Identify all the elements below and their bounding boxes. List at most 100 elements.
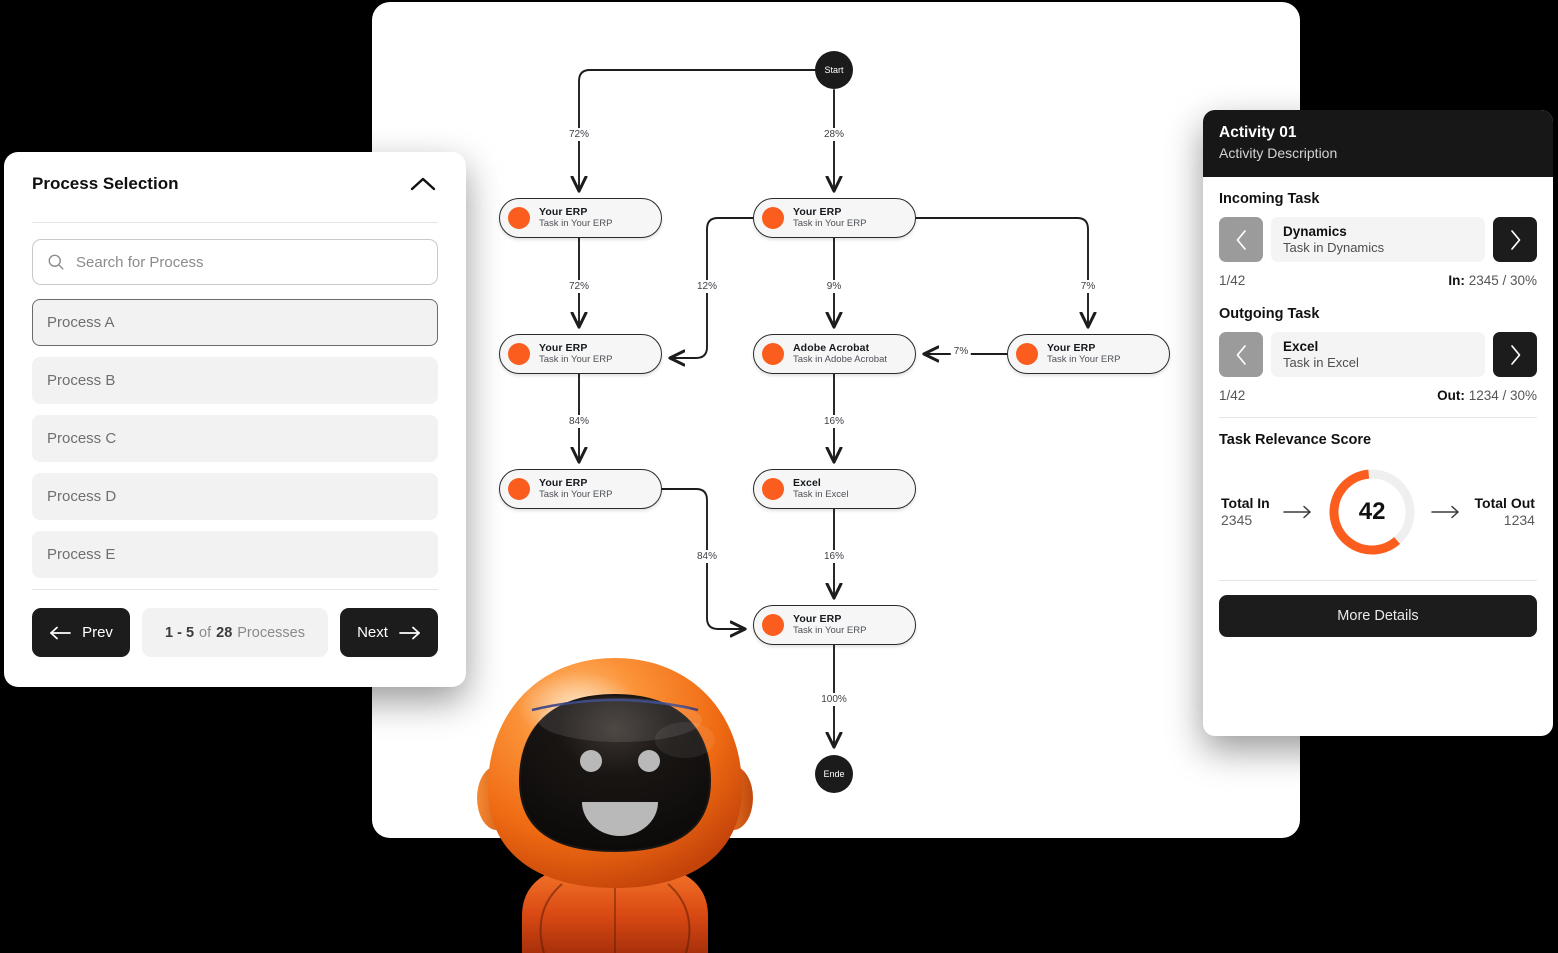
process-label: Process E	[47, 546, 116, 563]
total-out: Total Out 1234	[1475, 495, 1535, 530]
list-item[interactable]: Process A	[32, 299, 438, 346]
node-title: Your ERP	[793, 613, 842, 625]
flow-node-your-erp-3[interactable]: Your ERP Task in Your ERP	[499, 334, 662, 374]
flow-start-node[interactable]: Start	[815, 51, 853, 89]
outgoing-task-row: Excel Task in Excel	[1219, 332, 1537, 377]
incoming-meta: 1/42 In: 2345 / 30%	[1219, 273, 1537, 288]
page-range: 1 - 5	[165, 624, 195, 641]
flow-node-your-erp-4[interactable]: Your ERP Task in Your ERP	[1007, 334, 1170, 374]
node-description: Task in Adobe Acrobat	[793, 354, 888, 366]
page-total: 28	[216, 624, 233, 641]
list-item[interactable]: Process D	[32, 473, 438, 520]
next-button[interactable]: Next	[340, 608, 438, 657]
flow-node-your-erp-1[interactable]: Your ERP Task in Your ERP	[499, 198, 662, 238]
chevron-up-icon[interactable]	[408, 174, 438, 194]
relevance-score-row: Total In 2345 42 Total Out 1234	[1219, 466, 1537, 558]
edge-label: 12%	[693, 280, 721, 293]
incoming-stat-label: In:	[1448, 273, 1465, 288]
list-item[interactable]: Process C	[32, 415, 438, 462]
outgoing-task-name: Excel	[1283, 339, 1319, 354]
chevron-right-icon	[1510, 344, 1520, 365]
edge-label: 7%	[1077, 280, 1099, 293]
panel-header: Process Selection	[32, 174, 438, 216]
arrow-right-icon	[1283, 505, 1311, 519]
activity-title: Activity 01	[1219, 124, 1297, 141]
outgoing-prev-button[interactable]	[1219, 332, 1263, 377]
activity-details-panel: Activity 01 Activity Description Incomin…	[1203, 110, 1553, 736]
outgoing-meta: 1/42 Out: 1234 / 30%	[1219, 388, 1537, 403]
incoming-task-row: Dynamics Task in Dynamics	[1219, 217, 1537, 262]
robot-visor-gloss	[655, 722, 715, 758]
arrow-right-icon	[399, 626, 420, 639]
edge-label: 72%	[565, 280, 593, 293]
edge-label: 7%	[950, 345, 972, 358]
robot-eye-right	[638, 750, 660, 772]
robot-eye-left	[580, 750, 602, 772]
activity-subtitle: Activity Description	[1219, 145, 1338, 161]
flow-node-adobe-acrobat[interactable]: Adobe Acrobat Task in Adobe Acrobat	[753, 334, 916, 374]
search-box[interactable]	[32, 239, 438, 285]
incoming-task-name: Dynamics	[1283, 224, 1347, 239]
header-divider	[32, 222, 438, 223]
page-of-label: of	[199, 624, 212, 641]
edge-label: 84%	[565, 415, 593, 428]
process-label: Process A	[47, 314, 115, 331]
prev-label: Prev	[82, 624, 113, 641]
list-item[interactable]: Process B	[32, 357, 438, 404]
total-in-value: 2345	[1221, 512, 1253, 528]
edge-label: 16%	[820, 550, 848, 563]
flow-node-your-erp-6[interactable]: Your ERP Task in Your ERP	[753, 605, 916, 645]
node-status-dot	[762, 614, 784, 636]
outgoing-task-card[interactable]: Excel Task in Excel	[1271, 332, 1485, 377]
chevron-left-icon	[1236, 229, 1246, 250]
relevance-gauge: 42	[1326, 466, 1418, 558]
node-description: Task in Your ERP	[539, 354, 613, 366]
outgoing-next-button[interactable]	[1493, 332, 1537, 377]
node-title: Excel	[793, 477, 821, 489]
incoming-prev-button[interactable]	[1219, 217, 1263, 262]
incoming-stat: In: 2345 / 30%	[1448, 273, 1537, 288]
edge-label: 9%	[823, 280, 845, 293]
more-details-button[interactable]: More Details	[1219, 595, 1537, 637]
arrow-left-icon	[50, 626, 71, 639]
task-relevance-heading: Task Relevance Score	[1219, 432, 1372, 448]
flow-node-excel[interactable]: Excel Task in Excel	[753, 469, 916, 509]
total-in: Total In 2345	[1221, 495, 1270, 530]
incoming-task-desc: Task in Dynamics	[1283, 240, 1385, 255]
search-icon	[48, 254, 64, 270]
incoming-index: 1/42	[1219, 273, 1246, 288]
flow-node-your-erp-5[interactable]: Your ERP Task in Your ERP	[499, 469, 662, 509]
process-label: Process D	[47, 488, 117, 505]
section-divider	[1219, 417, 1537, 418]
pagination: Prev 1 - 5 of 28 Processes Next	[32, 608, 438, 657]
node-status-dot	[762, 207, 784, 229]
process-label: Process B	[47, 372, 116, 389]
incoming-task-heading: Incoming Task	[1219, 191, 1320, 207]
outgoing-stat-value: 1234 / 30%	[1468, 388, 1537, 403]
process-label: Process C	[47, 430, 117, 447]
incoming-next-button[interactable]	[1493, 217, 1537, 262]
list-item[interactable]: Process E	[32, 531, 438, 578]
search-input[interactable]	[76, 253, 423, 271]
outgoing-task-heading: Outgoing Task	[1219, 306, 1320, 322]
page-count: 1 - 5 of 28 Processes	[142, 608, 328, 657]
node-description: Task in Your ERP	[539, 218, 613, 230]
node-status-dot	[1016, 343, 1038, 365]
prev-button[interactable]: Prev	[32, 608, 130, 657]
arrow-right-icon	[1431, 505, 1460, 519]
flow-start-label: Start	[824, 65, 844, 75]
pager-divider	[32, 589, 438, 590]
node-description: Task in Your ERP	[539, 489, 613, 501]
edge-label: 28%	[820, 128, 848, 141]
gauge-value: 42	[1358, 498, 1386, 525]
chevron-left-icon	[1236, 344, 1246, 365]
node-status-dot	[508, 343, 530, 365]
robot-mascot	[477, 658, 753, 953]
edge-label: 72%	[565, 128, 593, 141]
edge-label: 84%	[693, 550, 721, 563]
flow-end-node[interactable]: Ende	[815, 755, 853, 793]
incoming-task-card[interactable]: Dynamics Task in Dynamics	[1271, 217, 1485, 262]
flow-node-your-erp-2[interactable]: Your ERP Task in Your ERP	[753, 198, 916, 238]
node-title: Adobe Acrobat	[793, 342, 870, 354]
node-description: Task in Your ERP	[793, 625, 867, 637]
